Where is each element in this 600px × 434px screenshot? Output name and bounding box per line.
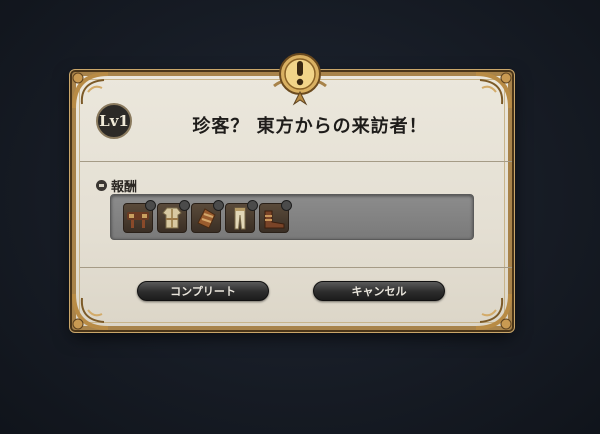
item-quality-dot	[281, 200, 292, 211]
reward-label-text: 報酬	[111, 180, 138, 195]
cancel-button[interactable]: キャンセル	[313, 281, 445, 301]
quest-title: 珍客？ 東方からの来訪者！	[192, 116, 428, 137]
item-quality-dot	[179, 200, 190, 211]
reward-slot-trousers[interactable]	[225, 200, 258, 233]
ornament-corner-icon	[475, 293, 512, 330]
ornament-corner-icon	[72, 293, 109, 330]
quest-exclamation-icon	[273, 53, 327, 106]
item-quality-dot	[247, 200, 258, 211]
reward-slot-boots[interactable]	[259, 200, 292, 233]
divider	[80, 267, 512, 268]
ornament-corner-icon	[475, 72, 512, 109]
level-badge: Lv1	[96, 103, 132, 139]
reward-slot-belt[interactable]	[123, 200, 156, 233]
complete-button[interactable]: コンプリート	[137, 281, 269, 301]
reward-section-label: 報酬	[96, 176, 137, 195]
divider	[80, 161, 512, 162]
reward-slot-robe[interactable]	[157, 200, 190, 233]
item-quality-dot	[145, 200, 156, 211]
reward-icon	[96, 180, 107, 191]
reward-slot-gloves[interactable]	[191, 200, 224, 233]
item-quality-dot	[213, 200, 224, 211]
